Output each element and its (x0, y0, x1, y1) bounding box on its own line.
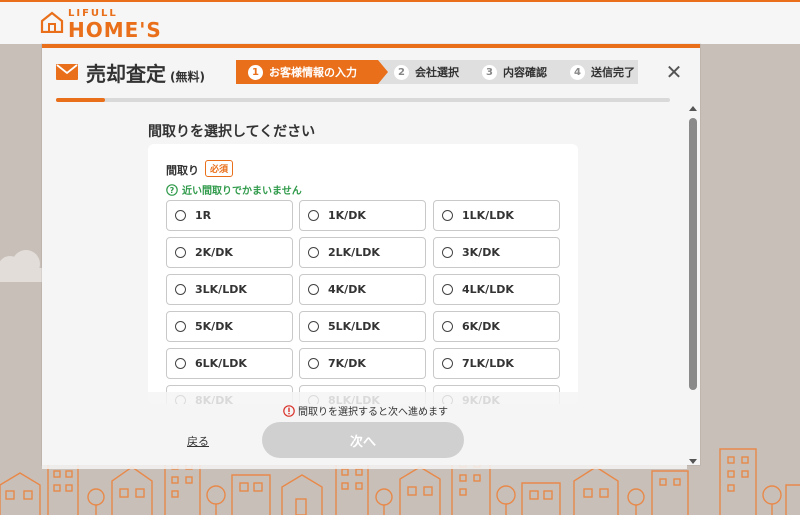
option-label: 2LK/LDK (328, 246, 380, 259)
option-label: 6LK/LDK (195, 357, 247, 370)
required-badge: 必須 (205, 160, 234, 177)
sale-appraisal-modal: 売却査定 (無料) 1 お客様情報の入力 2 会社選択 3 内容確認 4 送信完了 (42, 44, 700, 469)
radio-button[interactable] (442, 247, 453, 258)
radio-button[interactable] (175, 284, 186, 295)
option-label: 4LK/LDK (462, 283, 514, 296)
scrollbar-thumb[interactable] (689, 118, 697, 390)
radio-button[interactable] (308, 247, 319, 258)
radio-button[interactable] (308, 321, 319, 332)
radio-button[interactable] (442, 321, 453, 332)
layout-option[interactable]: 4LK/LDK (433, 274, 560, 305)
step-label: 会社選択 (415, 66, 459, 79)
modal-title: 売却査定 (無料) (86, 58, 205, 87)
site-header: LIFULL HOME'S (0, 0, 800, 44)
layout-option[interactable]: 1LK/LDK (433, 200, 560, 231)
radio-button[interactable] (442, 358, 453, 369)
back-link[interactable]: 戻る (187, 433, 209, 449)
close-icon[interactable]: ✕ (664, 62, 684, 82)
scroll-up-arrow-icon[interactable] (689, 106, 697, 111)
option-label: 4K/DK (328, 283, 366, 296)
layout-option[interactable]: 6LK/LDK (166, 348, 293, 379)
radio-button[interactable] (308, 210, 319, 221)
layout-option[interactable]: 5K/DK (166, 311, 293, 342)
modal-header: 売却査定 (無料) 1 お客様情報の入力 2 会社選択 3 内容確認 4 送信完了 (42, 48, 700, 98)
selection-notice: 間取りを選択すると次へ進めます (283, 403, 448, 418)
option-label: 7LK/LDK (462, 357, 514, 370)
help-circle-icon: ? (166, 183, 178, 196)
lifull-homes-logo[interactable]: LIFULL HOME'S (40, 9, 162, 40)
radio-button[interactable] (175, 321, 186, 332)
option-label: 7K/DK (328, 357, 366, 370)
cloud-decoration (0, 250, 42, 282)
layout-option[interactable]: 3K/DK (433, 237, 560, 268)
layout-option[interactable]: 2K/DK (166, 237, 293, 268)
scrollbar[interactable] (687, 102, 699, 469)
option-label: 5K/DK (195, 320, 233, 333)
field-label: 間取り (166, 164, 199, 177)
step-complete: 4 送信完了 (554, 60, 638, 84)
step-label: 内容確認 (503, 66, 547, 79)
step-company-select: 2 会社選択 (378, 60, 476, 84)
mail-icon (56, 64, 78, 80)
next-button[interactable]: 次へ (262, 422, 464, 458)
layout-option[interactable]: 5LK/LDK (299, 311, 426, 342)
logo-big-text: HOME'S (68, 18, 162, 42)
option-label: 2K/DK (195, 246, 233, 259)
layout-option[interactable]: 4K/DK (299, 274, 426, 305)
option-label: 3LK/LDK (195, 283, 247, 296)
layout-option[interactable]: 2LK/LDK (299, 237, 426, 268)
progress-bar (56, 98, 670, 102)
radio-button[interactable] (175, 358, 186, 369)
option-label: 6K/DK (462, 320, 500, 333)
notice-text: 間取りを選択すると次へ進めます (298, 407, 448, 418)
modal-title-sub: (無料) (170, 70, 205, 84)
option-label: 3K/DK (462, 246, 500, 259)
question-heading: 間取りを選択してください (148, 124, 316, 140)
layout-option[interactable]: 7LK/LDK (433, 348, 560, 379)
layout-option[interactable]: 3LK/LDK (166, 274, 293, 305)
step-indicator: 1 お客様情報の入力 2 会社選択 3 内容確認 4 送信完了 (236, 60, 638, 84)
layout-question-card: 間取り 必須 ? 近い間取りでかまいません 1R 1K/DK 1LK/LDK 2K/D… (148, 144, 578, 404)
step-number: 4 (570, 64, 585, 80)
option-label: 5LK/LDK (328, 320, 380, 333)
step-customer-info: 1 お客様情報の入力 (236, 60, 388, 84)
scroll-down-arrow-icon[interactable] (689, 459, 697, 464)
progress-fill (56, 98, 106, 102)
layout-option[interactable]: 7K/DK (299, 348, 426, 379)
step-confirm: 3 内容確認 (466, 60, 564, 84)
modal-title-text: 売却査定 (86, 62, 166, 86)
step-number: 3 (482, 64, 497, 80)
hint-label: 近い間取りでかまいません (182, 186, 302, 197)
step-label: 送信完了 (591, 66, 635, 79)
option-label: 1K/DK (328, 209, 366, 222)
radio-button[interactable] (175, 210, 186, 221)
radio-button[interactable] (175, 247, 186, 258)
option-label: 1LK/LDK (462, 209, 514, 222)
radio-button[interactable] (442, 210, 453, 221)
step-number: 1 (248, 64, 263, 80)
hint-text: ? 近い間取りでかまいません (166, 182, 302, 197)
layout-option[interactable]: 1K/DK (299, 200, 426, 231)
alert-circle-icon (283, 404, 295, 417)
step-number: 2 (394, 64, 409, 80)
house-logo-icon (40, 11, 64, 33)
layout-option[interactable]: 6K/DK (433, 311, 560, 342)
step-label: お客様情報の入力 (269, 66, 357, 79)
radio-button[interactable] (308, 358, 319, 369)
option-label: 1R (195, 209, 212, 222)
radio-button[interactable] (308, 284, 319, 295)
radio-button[interactable] (442, 284, 453, 295)
layout-option[interactable]: 1R (166, 200, 293, 231)
svg-text:?: ? (170, 186, 175, 195)
